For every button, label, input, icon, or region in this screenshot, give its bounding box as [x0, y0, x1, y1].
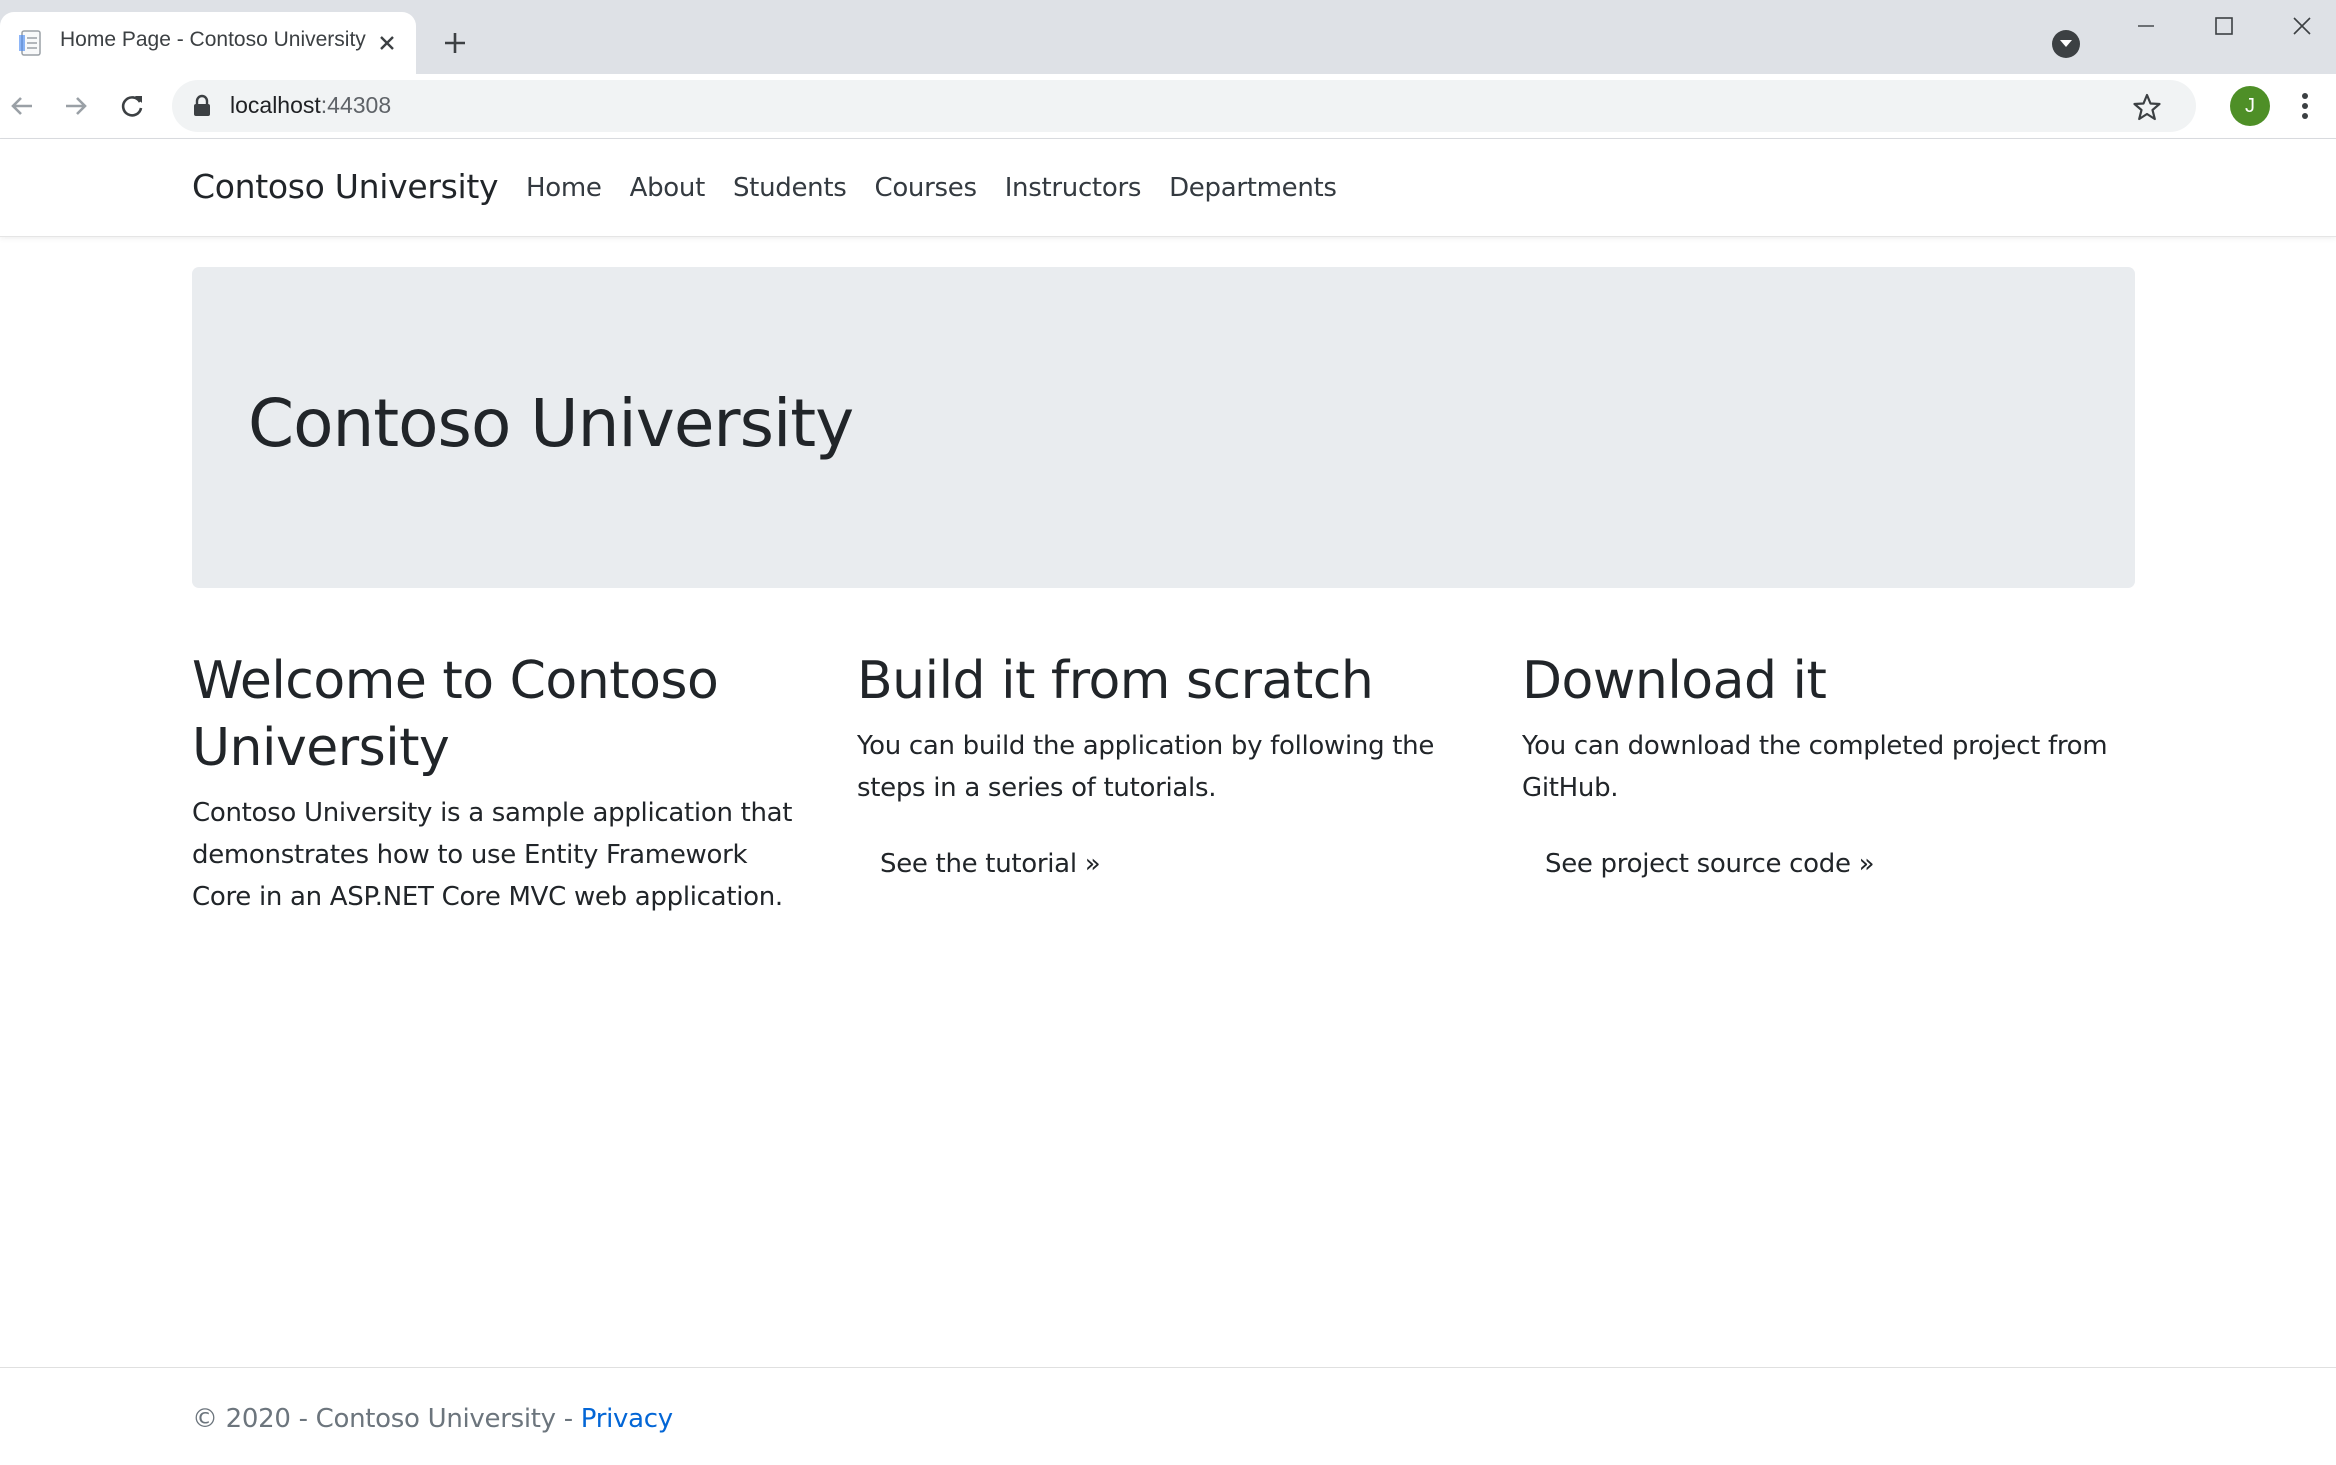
tab-search-icon[interactable]	[2052, 30, 2080, 58]
column-text: You can download the completed project f…	[1522, 731, 2108, 803]
hero-jumbotron: Contoso University	[192, 267, 2135, 588]
nav-link-home[interactable]: Home	[526, 173, 602, 203]
profile-avatar[interactable]: J	[2230, 86, 2270, 126]
site-footer: © 2020 - Contoso University - Privacy	[192, 1404, 673, 1434]
close-tab-icon[interactable]	[372, 28, 402, 58]
navbar-brand[interactable]: Contoso University	[192, 167, 499, 206]
nav-link-instructors[interactable]: Instructors	[1005, 173, 1142, 203]
column-text: You can build the application by followi…	[857, 731, 1435, 803]
privacy-link[interactable]: Privacy	[581, 1404, 673, 1434]
browser-toolbar: localhost:44308 J	[0, 74, 2336, 138]
footer-divider	[0, 1367, 2336, 1368]
url-text[interactable]: localhost:44308	[230, 92, 391, 119]
maximize-icon[interactable]	[2186, 0, 2262, 52]
column-welcome: Welcome to Contoso University Contoso Un…	[192, 648, 812, 918]
tab-strip: Home Page - Contoso University	[0, 0, 2336, 74]
reload-icon[interactable]	[110, 84, 154, 128]
back-icon[interactable]	[0, 84, 44, 128]
column-text: Contoso University is a sample applicati…	[192, 798, 793, 912]
page-favicon-icon	[19, 30, 41, 56]
forward-icon[interactable]	[54, 84, 98, 128]
nav-link-departments[interactable]: Departments	[1169, 173, 1337, 203]
column-heading: Build it from scratch	[857, 651, 1374, 711]
address-bar[interactable]: localhost:44308	[172, 80, 2196, 132]
column-heading: Download it	[1522, 651, 1827, 711]
url-port: :44308	[320, 92, 392, 118]
source-code-link[interactable]: See project source code »	[1545, 849, 1875, 879]
nav-link-about[interactable]: About	[630, 173, 706, 203]
site-navbar: Contoso University Home About Students C…	[0, 139, 2336, 237]
column-download: Download it You can download the complet…	[1522, 648, 2142, 879]
hero-title: Contoso University	[248, 385, 854, 462]
footer-copyright: © 2020 - Contoso University -	[192, 1404, 581, 1434]
minimize-icon[interactable]	[2108, 0, 2184, 52]
new-tab-icon[interactable]	[438, 26, 472, 60]
tutorial-link[interactable]: See the tutorial »	[880, 849, 1101, 879]
nav-link-courses[interactable]: Courses	[874, 173, 977, 203]
column-heading: Welcome to Contoso University	[192, 651, 719, 778]
browser-tab[interactable]: Home Page - Contoso University	[0, 12, 416, 74]
menu-kebab-icon[interactable]	[2290, 86, 2320, 126]
bookmark-star-icon[interactable]	[2132, 92, 2162, 122]
nav-link-students[interactable]: Students	[733, 173, 847, 203]
tab-title: Home Page - Contoso University	[60, 28, 366, 51]
lock-icon[interactable]	[192, 94, 212, 118]
url-host: localhost	[230, 92, 321, 118]
nav-links: Home About Students Courses Instructors …	[526, 173, 1365, 203]
close-window-icon[interactable]	[2264, 0, 2336, 52]
column-build: Build it from scratch You can build the …	[857, 648, 1477, 879]
